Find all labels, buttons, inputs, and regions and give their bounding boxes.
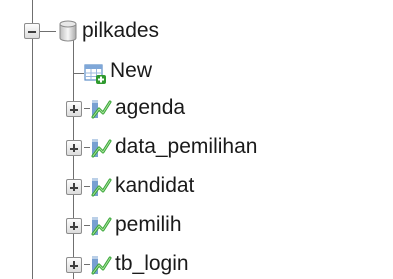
table-icon (91, 256, 112, 275)
table-label[interactable]: pemilih (115, 212, 182, 238)
tree-connector-new (73, 73, 84, 74)
table-icon (91, 100, 112, 119)
plus-icon (73, 183, 75, 191)
plus-icon (73, 261, 75, 269)
expand-toggle[interactable] (66, 218, 82, 234)
table-icon (91, 217, 112, 236)
expand-toggle[interactable] (66, 179, 82, 195)
tree-connector-vertical-inner (73, 40, 74, 279)
expand-toggle[interactable] (66, 140, 82, 156)
plus-icon (73, 144, 75, 152)
database-icon (59, 20, 77, 42)
collapse-toggle[interactable] (24, 23, 40, 39)
expand-toggle[interactable] (66, 101, 82, 117)
expand-toggle[interactable] (66, 257, 82, 273)
new-item-label[interactable]: New (110, 58, 152, 84)
tree-connector-vertical-outer (32, 0, 33, 279)
table-label[interactable]: agenda (115, 95, 185, 121)
database-label[interactable]: pilkades (82, 18, 159, 44)
table-icon (91, 178, 112, 197)
table-label[interactable]: data_pemilihan (115, 134, 257, 160)
minus-icon (28, 30, 36, 33)
new-table-icon (84, 64, 106, 84)
navigation-tree: pilkades New agenda data_pemilihankandida… (0, 0, 393, 279)
table-icon (91, 139, 112, 158)
table-label[interactable]: tb_login (115, 251, 189, 277)
tree-connector-db (40, 31, 56, 32)
plus-icon (73, 222, 75, 230)
table-label[interactable]: kandidat (115, 173, 194, 199)
plus-icon (73, 105, 75, 113)
